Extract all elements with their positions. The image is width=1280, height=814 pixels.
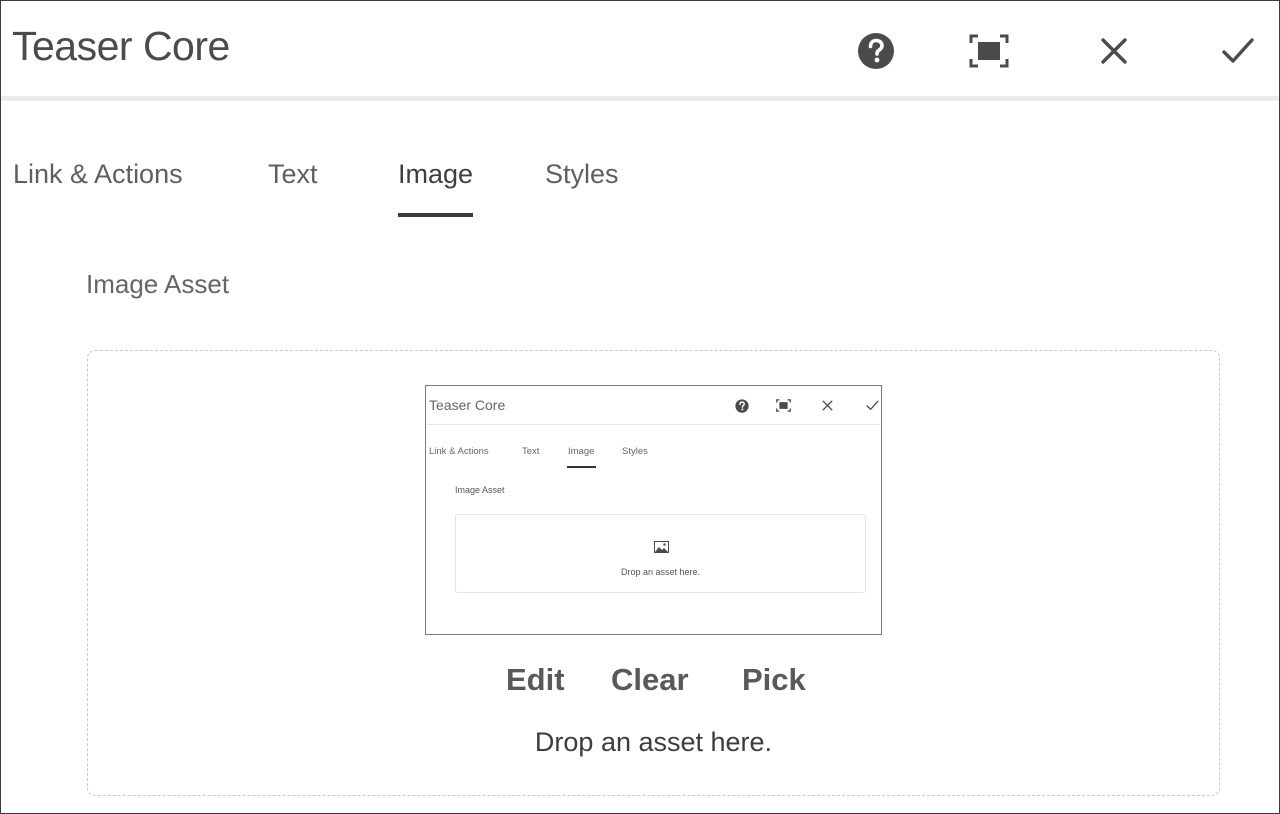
thumbnail-tab-link-actions: Link & Actions: [429, 446, 489, 457]
thumbnail-close-icon: [822, 400, 833, 411]
tab-list: Link & Actions Text Image Styles: [1, 151, 1279, 221]
tab-text[interactable]: Text: [268, 159, 318, 190]
edit-button[interactable]: Edit: [506, 662, 565, 698]
tab-link-actions[interactable]: Link & Actions: [13, 159, 183, 190]
pick-button[interactable]: Pick: [742, 662, 806, 698]
thumbnail-drop-text: Drop an asset here.: [620, 567, 701, 577]
thumbnail-tab-text: Text: [522, 446, 540, 457]
dialog-title: Teaser Core: [12, 23, 230, 69]
thumbnail-fullscreen-icon: [776, 399, 791, 412]
help-button[interactable]: [852, 27, 900, 75]
fullscreen-button[interactable]: [965, 27, 1013, 75]
header-divider: [1, 96, 1279, 101]
done-button[interactable]: [1214, 27, 1262, 75]
thumbnail-dropzone: Drop an asset here.: [455, 514, 866, 593]
thumbnail-title: Teaser Core: [429, 397, 506, 413]
thumbnail-divider: [426, 424, 881, 425]
tab-styles[interactable]: Styles: [545, 159, 619, 190]
thumbnail-tab-indicator: [567, 466, 596, 468]
image-asset-label: Image Asset: [86, 269, 230, 299]
active-tab-indicator: [398, 213, 473, 217]
thumbnail-field-label: Image Asset: [455, 485, 505, 495]
asset-thumbnail: Teaser Core Link & Actions Text Image St…: [425, 385, 882, 635]
dialog-header: Teaser Core: [1, 1, 1279, 97]
check-icon: [1222, 38, 1254, 63]
thumbnail-help-icon: [735, 399, 749, 413]
drop-asset-text: Drop an asset here.: [534, 727, 773, 757]
close-icon: [1101, 38, 1127, 64]
fullscreen-icon: [969, 34, 1009, 68]
thumbnail-tab-image: Image: [568, 446, 595, 457]
dialog: Teaser Core Link & Actions Text Image St…: [0, 0, 1280, 814]
clear-button[interactable]: Clear: [611, 662, 689, 698]
thumbnail-check-icon: [866, 400, 879, 410]
help-icon: [858, 33, 894, 69]
tab-image[interactable]: Image: [398, 159, 473, 190]
thumbnail-tab-styles: Styles: [622, 446, 648, 457]
image-icon: [654, 541, 669, 553]
close-button[interactable]: [1090, 27, 1138, 75]
